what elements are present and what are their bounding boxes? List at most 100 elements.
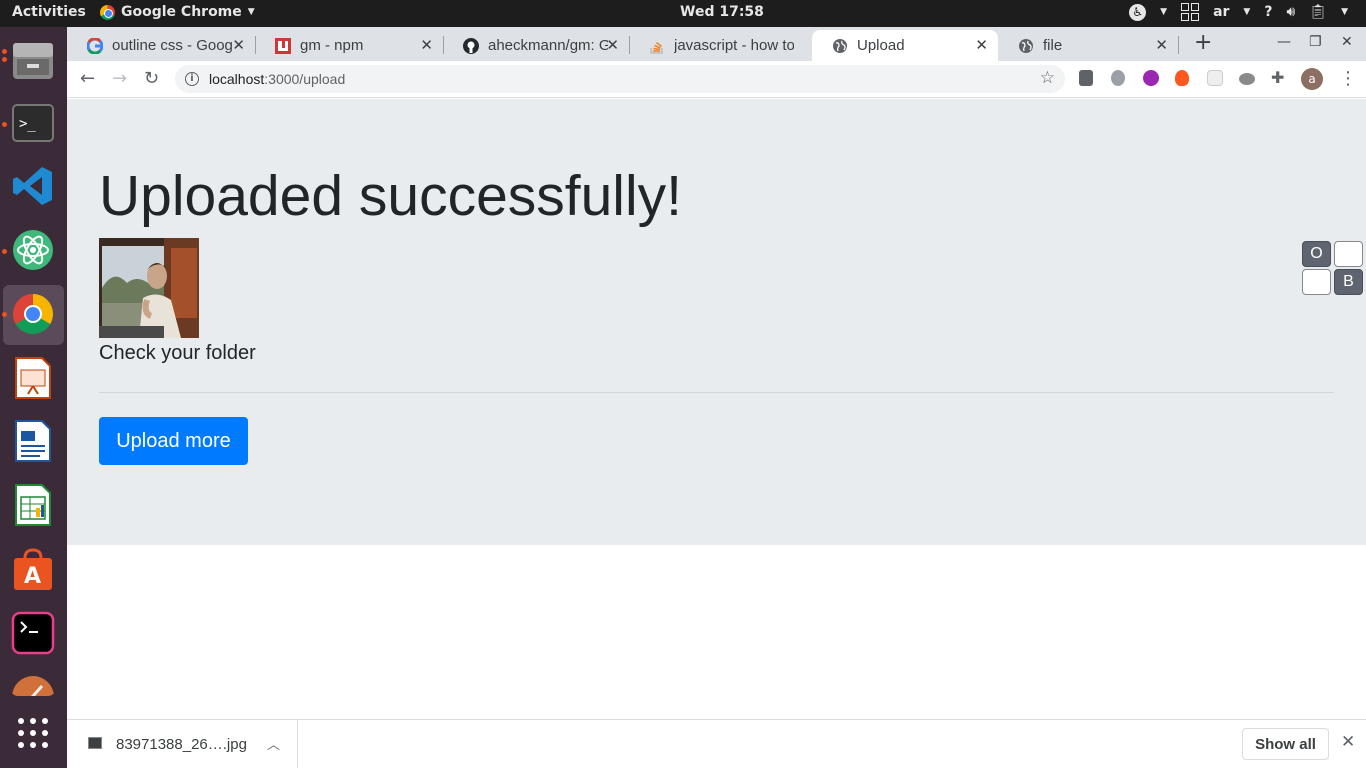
running-indicator — [2, 249, 7, 254]
chrome-window: outline css - Goog ✕ gm - npm ✕ aheckman… — [67, 27, 1366, 768]
atom-icon[interactable] — [10, 227, 56, 273]
download-filename: 83971388_26….jpg — [116, 736, 247, 753]
close-icon[interactable]: ✕ — [1155, 36, 1168, 54]
chrome-icon — [100, 4, 115, 20]
widget-blank-button[interactable] — [1302, 269, 1331, 295]
restore-icon[interactable]: ❐ — [1309, 34, 1322, 50]
download-item[interactable]: 83971388_26….jpg ︿ — [67, 720, 298, 768]
extension-cloud-icon[interactable] — [1239, 73, 1255, 85]
bookmark-star-icon[interactable]: ☆ — [1040, 68, 1055, 88]
clock[interactable]: Wed 17:58 — [680, 4, 764, 20]
close-icon[interactable]: ✕ — [1341, 732, 1355, 752]
accessibility-icon[interactable]: ♿ — [1129, 3, 1147, 21]
page-viewport: Uploaded successfully! Check your folder — [67, 99, 1366, 719]
writer-icon[interactable] — [10, 418, 56, 464]
upload-more-button[interactable]: Upload more — [99, 417, 248, 465]
app-menu-label: Google Chrome — [121, 4, 242, 20]
show-all-button[interactable]: Show all — [1242, 728, 1329, 760]
hyper-terminal-icon[interactable] — [10, 610, 56, 656]
globe-icon — [1019, 38, 1033, 53]
new-tab-icon[interactable]: + — [1194, 30, 1212, 55]
extension-lightbulb-icon[interactable] — [1079, 70, 1093, 86]
image-file-icon — [88, 737, 102, 749]
files-icon[interactable] — [10, 37, 56, 83]
widget-b-button[interactable]: B — [1334, 269, 1363, 295]
software-center-icon[interactable]: A — [10, 546, 56, 592]
uploaded-photo — [99, 238, 199, 338]
caret-down-icon: ▼ — [1243, 7, 1251, 17]
tab-github-gm[interactable]: aheckmann/gm: G ✕ — [443, 30, 630, 61]
site-info-icon[interactable]: i — [185, 72, 199, 86]
caret-down-icon: ▼ — [1160, 7, 1168, 17]
npm-icon — [275, 37, 291, 54]
extensions-puzzle-icon[interactable]: ✚ — [1271, 68, 1289, 87]
system-tray: ♿ ▼ ar ▼ ? 🔊︎ 📋︎ ▼ — [1129, 3, 1348, 21]
tab-title: aheckmann/gm: G — [488, 37, 608, 54]
minimize-icon[interactable]: — — [1277, 34, 1291, 50]
running-indicator — [2, 312, 7, 317]
app-menu[interactable]: Google Chrome ▼ — [100, 4, 255, 20]
globe-icon — [833, 38, 847, 53]
widget-blank-button[interactable] — [1334, 241, 1363, 267]
chrome-icon[interactable] — [10, 291, 56, 337]
chevron-up-icon[interactable]: ︿ — [267, 734, 280, 753]
google-icon — [87, 37, 103, 54]
help-icon[interactable]: ? — [1264, 4, 1272, 20]
keyboard-layout[interactable]: ar — [1213, 4, 1229, 20]
url-text[interactable]: localhost:3000/upload — [209, 71, 345, 87]
tab-title: javascript - how to — [674, 37, 794, 54]
download-bar: 83971388_26….jpg ︿ Show all ✕ — [67, 719, 1366, 768]
tab-stackoverflow[interactable]: javascript - how to — [629, 30, 813, 61]
close-icon[interactable]: ✕ — [420, 36, 433, 54]
svg-text:A: A — [24, 564, 41, 589]
ubuntu-dock: >_ A — [0, 27, 67, 768]
jumbotron: Uploaded successfully! Check your folder — [67, 99, 1366, 545]
profile-avatar[interactable]: a — [1301, 68, 1323, 90]
extension-fire-icon[interactable] — [1175, 70, 1189, 86]
svg-text:>_: >_ — [19, 116, 36, 132]
divider — [99, 392, 1334, 393]
calc-icon[interactable] — [10, 482, 56, 528]
tab-separator — [1178, 36, 1179, 54]
address-bar[interactable]: i localhost:3000/upload ☆ — [175, 65, 1065, 93]
caret-down-icon: ▼ — [1341, 7, 1348, 17]
running-indicator — [2, 49, 7, 54]
widget-o-button[interactable]: O — [1302, 241, 1331, 267]
terminal-icon[interactable]: >_ — [10, 100, 56, 146]
extension-purple-icon[interactable] — [1143, 70, 1159, 86]
close-icon[interactable]: ✕ — [232, 36, 245, 54]
volume-icon[interactable]: 🔊︎ — [1286, 4, 1295, 20]
tab-strip: outline css - Goog ✕ gm - npm ✕ aheckman… — [67, 27, 1366, 61]
workspace-grid-icon[interactable] — [1181, 3, 1200, 21]
reload-icon[interactable]: ↻ — [144, 69, 159, 89]
back-icon[interactable]: ← — [80, 69, 95, 89]
running-indicator — [2, 122, 7, 127]
vscode-icon[interactable] — [10, 163, 56, 209]
close-window-icon[interactable]: ✕ — [1341, 34, 1353, 50]
tab-file[interactable]: file ✕ — [998, 30, 1179, 61]
tab-title: Upload — [857, 37, 905, 54]
extension-bug-icon[interactable] — [1111, 70, 1125, 86]
tab-title: gm - npm — [300, 37, 364, 54]
tab-outline-css[interactable]: outline css - Goog ✕ — [67, 30, 256, 61]
menu-kebab-icon[interactable]: ⋮ — [1339, 69, 1357, 89]
running-indicator — [2, 57, 7, 62]
close-icon[interactable]: ✕ — [975, 36, 988, 54]
page-title: Uploaded successfully! — [99, 164, 682, 228]
tab-gm-npm[interactable]: gm - npm ✕ — [255, 30, 444, 61]
browser-toolbar: ← → ↻ i localhost:3000/upload ☆ ✚ a ⋮ — [67, 61, 1366, 98]
clipboard-icon[interactable]: 📋︎ — [1309, 4, 1327, 20]
url-path: :3000/upload — [264, 71, 346, 87]
forward-icon[interactable]: → — [112, 69, 127, 89]
show-apps-icon[interactable] — [10, 710, 56, 756]
close-icon[interactable]: ✕ — [606, 36, 619, 54]
extension-blank-icon[interactable] — [1207, 70, 1223, 86]
stackoverflow-icon — [650, 41, 663, 54]
tab-upload[interactable]: Upload ✕ — [812, 30, 998, 61]
activities-button[interactable]: Activities — [12, 4, 86, 20]
tab-title: outline css - Goog — [112, 37, 232, 54]
inkscape-icon[interactable] — [10, 674, 56, 696]
url-host: localhost — [209, 71, 265, 87]
gnome-top-bar: Activities Google Chrome ▼ Wed 17:58 ♿ ▼… — [0, 0, 1366, 27]
impress-icon[interactable] — [10, 355, 56, 401]
